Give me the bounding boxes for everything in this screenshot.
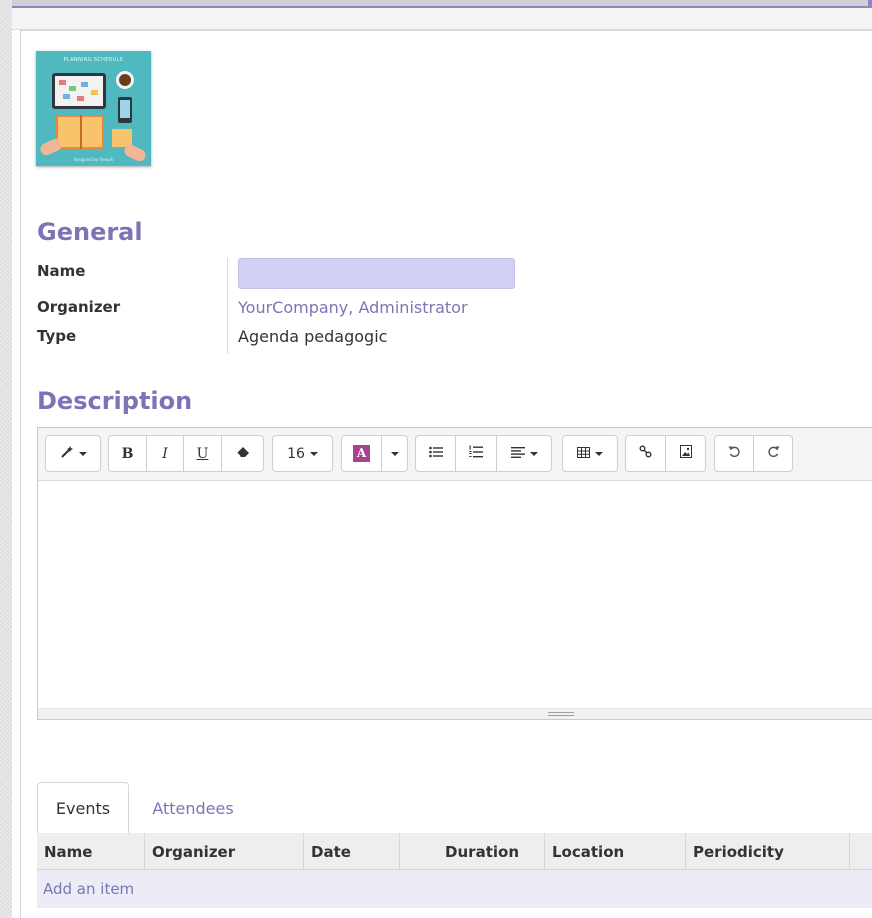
style-dropdown-button[interactable] bbox=[45, 435, 101, 472]
unordered-list-icon bbox=[428, 446, 443, 462]
editor-toolbar: B I U 16 A bbox=[38, 428, 872, 481]
bold-button[interactable]: B bbox=[108, 435, 147, 472]
cover-caption: PLANNING SCHEDULE bbox=[63, 57, 124, 63]
sheet-divider bbox=[20, 30, 872, 31]
cover-image[interactable]: PLANNING SCHEDULE designed by freepik bbox=[36, 51, 151, 166]
type-label: Type bbox=[37, 327, 77, 345]
tab-attendees[interactable]: Attendees bbox=[138, 782, 248, 834]
italic-button[interactable]: I bbox=[146, 435, 184, 472]
table-group bbox=[562, 435, 618, 472]
text-color-icon: A bbox=[353, 445, 370, 462]
editor-resize-handle[interactable] bbox=[38, 708, 872, 719]
form-sheet: PLANNING SCHEDULE designed by freepik Ge… bbox=[12, 8, 872, 918]
ordered-list-icon bbox=[469, 445, 483, 463]
cover-footer: designed by freepik bbox=[73, 157, 114, 162]
remove-format-button[interactable] bbox=[221, 435, 264, 472]
font-size-dropdown[interactable]: 16 bbox=[272, 435, 333, 472]
history-group bbox=[714, 435, 793, 472]
description-editor-area[interactable] bbox=[38, 481, 872, 710]
color-group: A bbox=[341, 435, 408, 472]
insert-link-button[interactable] bbox=[625, 435, 666, 472]
add-item-row: Add an item bbox=[37, 870, 872, 908]
phone-illustration bbox=[118, 97, 132, 123]
grip-icon bbox=[548, 712, 574, 716]
notebook-illustration bbox=[56, 115, 104, 149]
table-header: Name Organizer Date Duration Location Pe… bbox=[37, 833, 872, 870]
organizer-label: Organizer bbox=[37, 298, 121, 316]
image-icon bbox=[679, 445, 692, 462]
sheet-divider bbox=[20, 30, 21, 918]
chevron-down-icon bbox=[390, 451, 399, 456]
chevron-down-icon bbox=[595, 451, 603, 456]
column-header-organizer[interactable]: Organizer bbox=[145, 833, 304, 870]
magic-wand-icon bbox=[60, 445, 74, 463]
undo-button[interactable] bbox=[714, 435, 754, 472]
unordered-list-button[interactable] bbox=[415, 435, 456, 472]
undo-icon bbox=[728, 445, 741, 462]
sheet-header-bar bbox=[12, 8, 872, 30]
paragraph-group bbox=[415, 435, 552, 472]
window-left-border bbox=[0, 0, 12, 918]
column-header-duration[interactable]: Duration bbox=[400, 833, 545, 870]
eraser-icon bbox=[236, 446, 250, 462]
name-field[interactable] bbox=[238, 258, 515, 289]
insert-group bbox=[625, 435, 706, 472]
ordered-list-button[interactable] bbox=[455, 435, 497, 472]
chevron-down-icon bbox=[529, 451, 538, 456]
notebook-tabs: Events Attendees bbox=[37, 782, 872, 835]
insert-image-button[interactable] bbox=[665, 435, 706, 472]
column-header-name[interactable]: Name bbox=[37, 833, 145, 870]
hand-illustration bbox=[38, 136, 64, 158]
text-color-dropdown[interactable] bbox=[381, 435, 408, 472]
align-dropdown-button[interactable] bbox=[496, 435, 552, 472]
type-value: Agenda pedagogic bbox=[238, 327, 388, 346]
font-size-group: 16 bbox=[272, 435, 333, 472]
section-title-general: General bbox=[37, 218, 143, 246]
coffee-cup-illustration bbox=[116, 71, 134, 89]
align-left-icon bbox=[510, 446, 525, 462]
field-separator bbox=[227, 258, 228, 354]
font-size-value: 16 bbox=[287, 445, 305, 462]
column-header-location[interactable]: Location bbox=[545, 833, 686, 870]
column-header-periodicity[interactable]: Periodicity bbox=[686, 833, 850, 870]
style-group bbox=[45, 435, 101, 472]
redo-button[interactable] bbox=[753, 435, 793, 472]
name-label: Name bbox=[37, 262, 86, 280]
underline-button[interactable]: U bbox=[183, 435, 222, 472]
section-title-description: Description bbox=[37, 387, 193, 415]
chevron-down-icon bbox=[309, 451, 318, 456]
table-dropdown-button[interactable] bbox=[562, 435, 618, 472]
events-table: Name Organizer Date Duration Location Pe… bbox=[37, 833, 872, 908]
tab-events[interactable]: Events bbox=[37, 782, 129, 835]
window-top-border bbox=[0, 0, 872, 8]
chevron-down-icon bbox=[78, 451, 87, 456]
table-icon bbox=[577, 446, 590, 462]
redo-icon bbox=[767, 445, 780, 462]
html-editor: B I U 16 A bbox=[37, 427, 872, 720]
font-style-group: B I U bbox=[108, 435, 264, 472]
tablet-illustration bbox=[52, 73, 106, 109]
link-icon bbox=[639, 445, 652, 462]
add-item-link[interactable]: Add an item bbox=[43, 880, 134, 898]
column-header-date[interactable]: Date bbox=[304, 833, 400, 870]
text-color-button[interactable]: A bbox=[341, 435, 382, 472]
organizer-link[interactable]: YourCompany, Administrator bbox=[238, 298, 468, 317]
